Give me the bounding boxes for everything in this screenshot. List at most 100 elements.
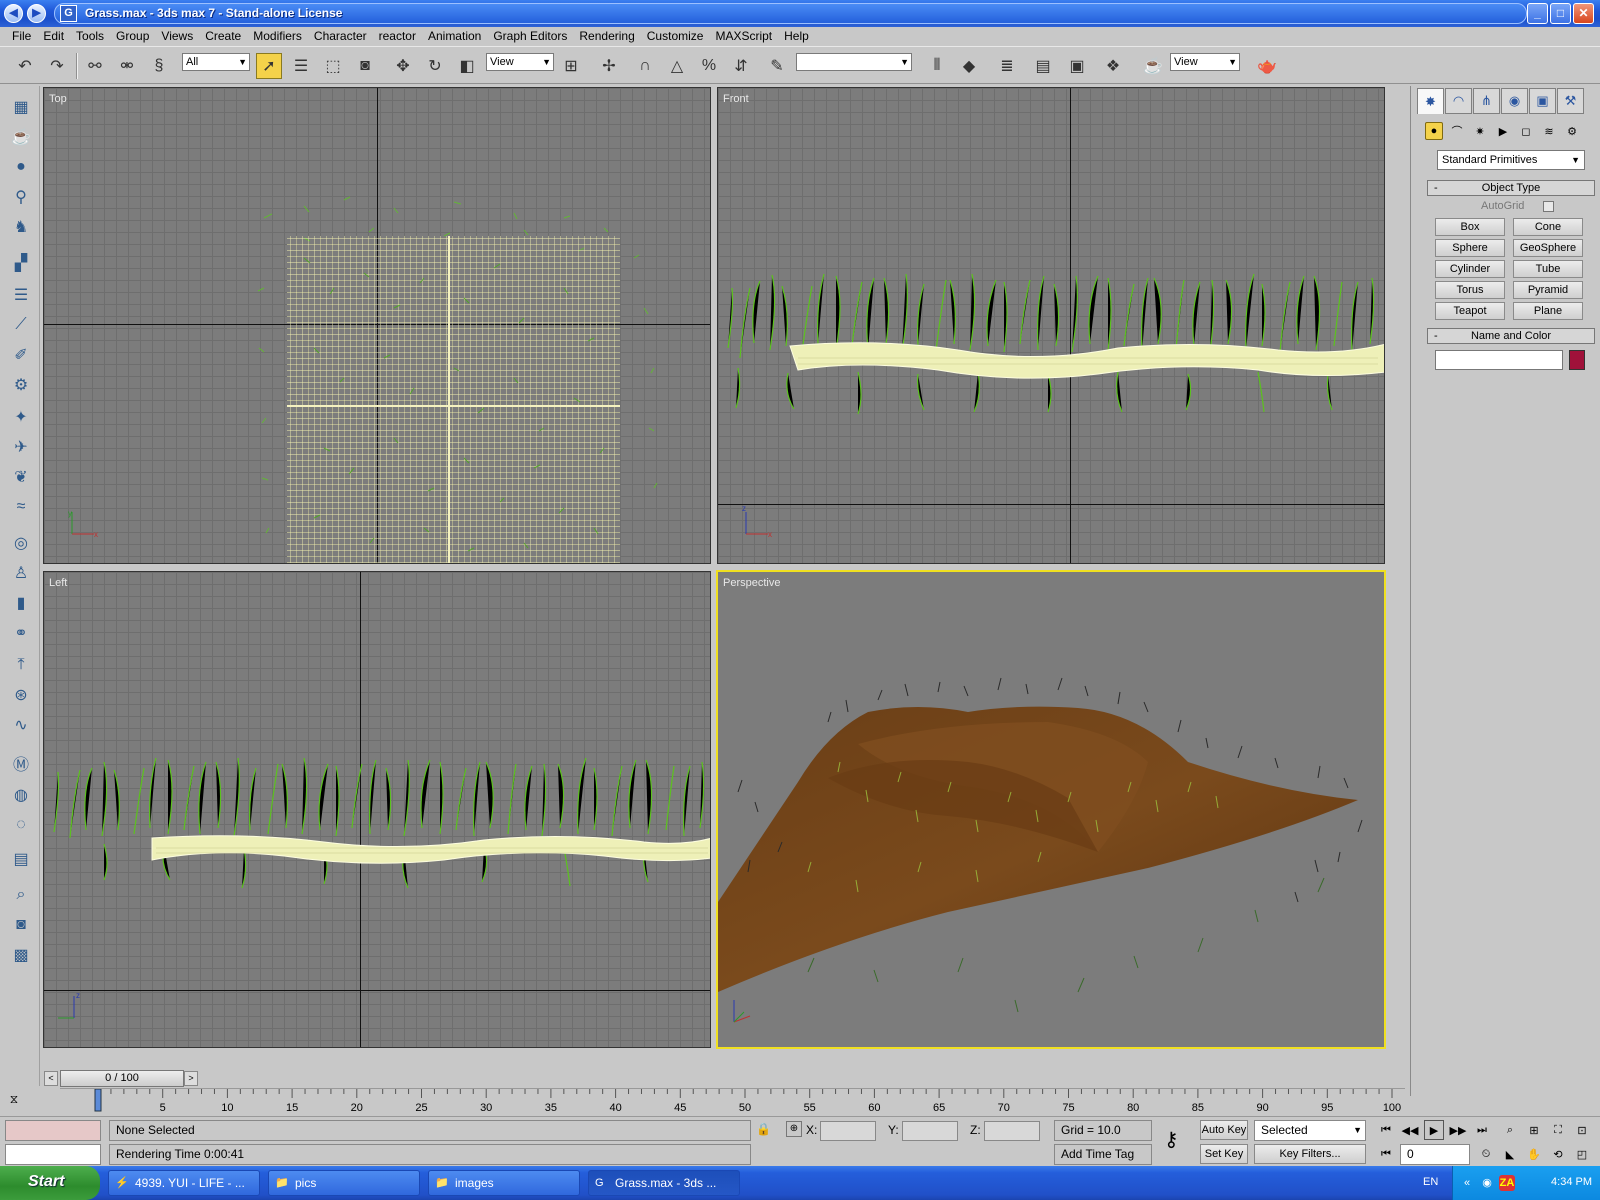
pivot-center-icon[interactable]: ⊞ xyxy=(558,53,584,79)
render-scene-icon[interactable]: ☕ xyxy=(1140,53,1166,79)
helpers-icon[interactable]: ◻ xyxy=(1517,122,1535,140)
set-key-button[interactable]: Set Key xyxy=(1200,1144,1248,1164)
rope-icon[interactable]: ∿ xyxy=(8,712,34,738)
rectangular-selection-icon[interactable]: ⬚ xyxy=(320,53,346,79)
lift-icon[interactable]: ⤒ xyxy=(8,652,34,678)
maxscript-listener-pink[interactable] xyxy=(5,1120,101,1141)
hierarchy-tab-icon[interactable]: ⋔ xyxy=(1473,88,1500,114)
object-color-swatch[interactable] xyxy=(1569,350,1585,370)
forward-icon[interactable]: ▶ xyxy=(27,4,46,23)
current-frame-input[interactable]: 0 xyxy=(1400,1144,1470,1165)
zoom-icon[interactable]: ⌕ xyxy=(1500,1120,1520,1140)
geosphere-button[interactable]: GeoSphere xyxy=(1513,239,1583,257)
play-icon[interactable]: ▶ xyxy=(1424,1120,1444,1140)
language-indicator[interactable]: EN xyxy=(1423,1176,1438,1188)
task-button-yui[interactable]: ⚡ 4939. YUI - LIFE - ... xyxy=(108,1170,260,1196)
field-of-view-icon[interactable]: ◣ xyxy=(1500,1144,1520,1164)
menu-create[interactable]: Create xyxy=(199,27,247,46)
can-icon[interactable]: ▮ xyxy=(8,590,34,616)
align-icon[interactable]: ◆ xyxy=(956,53,982,79)
bone-icon[interactable]: ⟋ xyxy=(8,312,34,338)
undo-icon[interactable]: ↶ xyxy=(12,53,38,79)
autogrid-checkbox[interactable] xyxy=(1543,201,1554,212)
camera-icon[interactable]: ◙ xyxy=(8,912,34,938)
menu-help[interactable]: Help xyxy=(778,27,815,46)
sphere-button[interactable]: Sphere xyxy=(1435,239,1505,257)
wave-icon[interactable]: ≈ xyxy=(8,494,34,520)
motion-spiral-icon[interactable]: ◌ xyxy=(8,812,34,838)
motion-tab-icon[interactable]: ◉ xyxy=(1501,88,1528,114)
current-time-marker[interactable] xyxy=(94,1089,102,1112)
start-button[interactable]: Start xyxy=(0,1166,100,1200)
mini-curve-editor-icon[interactable]: ⧖ xyxy=(4,1092,24,1110)
wand-icon[interactable]: ✦ xyxy=(8,404,34,430)
menu-file[interactable]: File xyxy=(6,27,37,46)
menu-graph-editors[interactable]: Graph Editors xyxy=(487,27,573,46)
time-slider-thumb[interactable]: 0 / 100 xyxy=(60,1070,184,1087)
lamp-icon[interactable]: ⚲ xyxy=(8,184,34,210)
quick-render-icon[interactable]: 🫖 xyxy=(1254,53,1280,79)
viewport-left[interactable]: Left z xyxy=(43,571,711,1048)
select-by-name-icon[interactable]: ☰ xyxy=(288,53,314,79)
menu-animation[interactable]: Animation xyxy=(422,27,487,46)
edit-named-selection-icon[interactable]: ✎ xyxy=(764,53,790,79)
sphere-icon[interactable]: ● xyxy=(8,154,34,180)
arc-rotate-icon[interactable]: ⟲ xyxy=(1548,1144,1568,1164)
motion-ball-icon[interactable]: ◍ xyxy=(8,782,34,808)
teapot-icon[interactable]: ☕ xyxy=(8,124,34,150)
systems-icon[interactable]: ⚙ xyxy=(1563,122,1581,140)
menu-edit[interactable]: Edit xyxy=(37,27,70,46)
teapot-button[interactable]: Teapot xyxy=(1435,302,1505,320)
key-filters-button[interactable]: Key Filters... xyxy=(1254,1144,1366,1164)
gear-icon[interactable]: ⚙ xyxy=(8,372,34,398)
x-coordinate-input[interactable] xyxy=(820,1121,876,1141)
menu-rendering[interactable]: Rendering xyxy=(573,27,640,46)
ring-icon[interactable]: ◎ xyxy=(8,530,34,556)
motion-m-icon[interactable]: Ⓜ xyxy=(8,750,34,776)
space-warps-icon[interactable]: ≋ xyxy=(1540,122,1558,140)
display-tab-icon[interactable]: ▣ xyxy=(1529,88,1556,114)
cameras-icon[interactable]: ▶ xyxy=(1494,122,1512,140)
task-button-pics[interactable]: 📁 pics xyxy=(268,1170,420,1196)
menu-character[interactable]: Character xyxy=(308,27,373,46)
pyramid-button[interactable]: Pyramid xyxy=(1513,281,1583,299)
key-mode-dropdown[interactable]: Selected ▼ xyxy=(1254,1120,1366,1141)
brush-icon[interactable]: ✐ xyxy=(8,342,34,368)
rotate-icon[interactable]: ↻ xyxy=(422,53,448,79)
bind-space-warp-icon[interactable]: § xyxy=(146,53,172,79)
back-icon[interactable]: ◀ xyxy=(4,4,23,23)
maxscript-listener-white[interactable] xyxy=(5,1144,101,1165)
next-frame-icon[interactable]: ▶▶ xyxy=(1448,1120,1468,1140)
viewport-front[interactable]: Front zx xyxy=(717,87,1385,564)
stack-icon[interactable]: ☰ xyxy=(8,282,34,308)
menu-modifiers[interactable]: Modifiers xyxy=(247,27,308,46)
layer-manager-icon[interactable]: ≣ xyxy=(994,53,1020,79)
move-icon[interactable]: ✥ xyxy=(390,53,416,79)
z-coordinate-input[interactable] xyxy=(984,1121,1040,1141)
go-to-end-icon[interactable]: ⏭ xyxy=(1472,1120,1492,1140)
object-name-input[interactable] xyxy=(1435,350,1563,370)
redo-icon[interactable]: ↷ xyxy=(44,53,70,79)
render-view-dropdown[interactable]: View ▼ xyxy=(1170,53,1240,71)
auto-key-button[interactable]: Auto Key xyxy=(1200,1120,1248,1140)
tube-button[interactable]: Tube xyxy=(1513,260,1583,278)
name-color-rollout[interactable]: - Name and Color xyxy=(1427,328,1595,344)
magnifier-icon[interactable]: ⌕ xyxy=(8,882,34,908)
schematic-view-icon[interactable]: ▣ xyxy=(1064,53,1090,79)
select-link-icon[interactable]: ⚯ xyxy=(82,53,108,79)
go-to-start-icon[interactable]: ⏮ xyxy=(1376,1120,1396,1140)
boxes-icon[interactable]: ▦ xyxy=(8,94,34,120)
menu-group[interactable]: Group xyxy=(110,27,155,46)
object-type-rollout[interactable]: - Object Type xyxy=(1427,180,1595,196)
zoom-all-icon[interactable]: ⊞ xyxy=(1524,1120,1544,1140)
viewport-top[interactable]: Top yx xyxy=(43,87,711,564)
box-button[interactable]: Box xyxy=(1435,218,1505,236)
link-icon[interactable]: ⚭ xyxy=(8,620,34,646)
select-manipulate-icon[interactable]: ✢ xyxy=(596,53,622,79)
cone-button[interactable]: Cone xyxy=(1513,218,1583,236)
network-icon[interactable]: ◉ xyxy=(1479,1175,1495,1191)
menu-reactor[interactable]: reactor xyxy=(373,27,422,46)
plane-icon[interactable]: ✈ xyxy=(8,434,34,460)
tray-arrow-icon[interactable]: « xyxy=(1459,1175,1475,1191)
menu-customize[interactable]: Customize xyxy=(641,27,710,46)
